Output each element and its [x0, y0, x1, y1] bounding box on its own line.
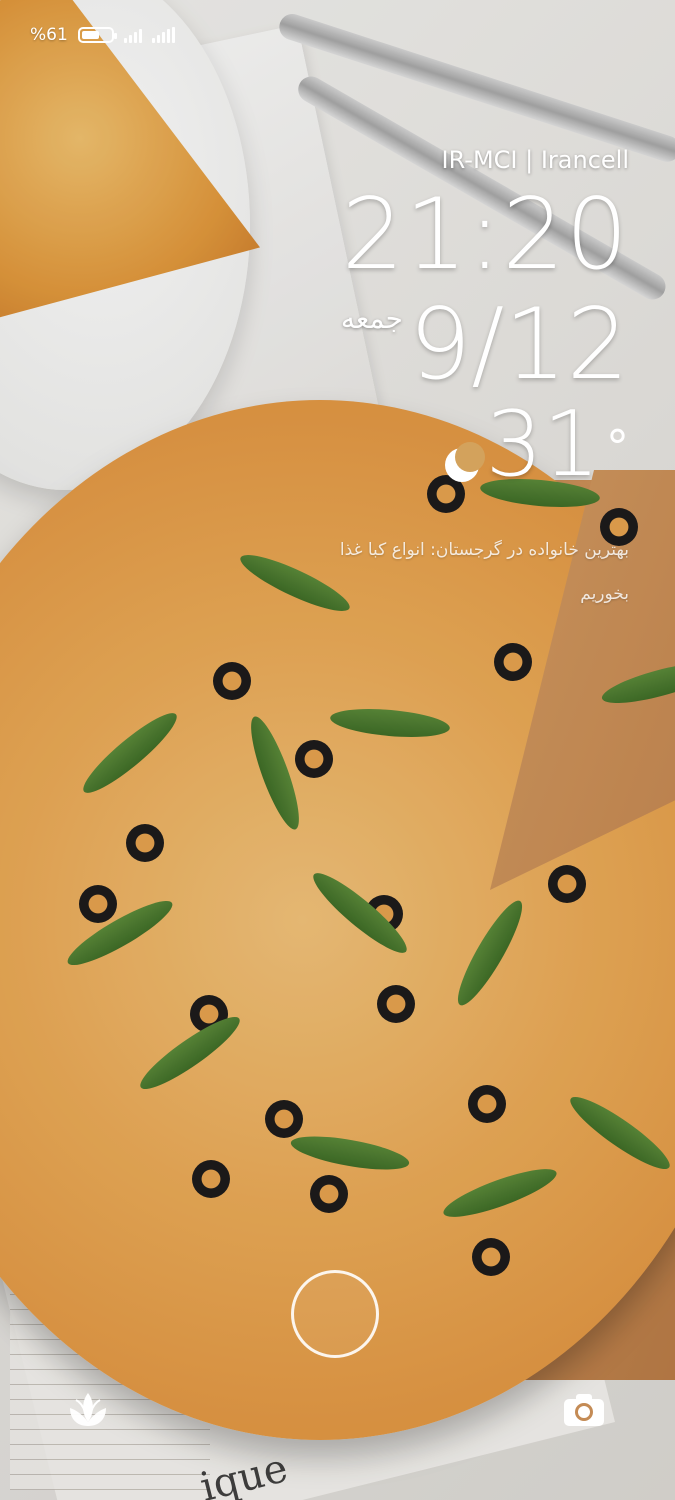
signal-bar [123, 38, 127, 43]
carrier-name: IR-MCI | Irancell [441, 146, 630, 174]
headline-line: بخوریم [580, 584, 629, 604]
signal-bar [161, 32, 165, 43]
magazine-headline[interactable]: بهترین خانواده در گرجستان: انواع کبا غذا… [179, 528, 629, 616]
signal-bar [138, 29, 142, 43]
weekday: جمعه [340, 302, 403, 335]
signal-bar [166, 29, 170, 43]
camera-icon[interactable] [562, 1392, 606, 1428]
gallery-icon[interactable] [66, 1388, 110, 1432]
signal-icon [123, 27, 142, 43]
signal-bar [133, 32, 137, 43]
moon-icon [445, 442, 486, 482]
headline-line: بهترین خانواده در گرجستان: انواع کبا غذا [339, 540, 629, 560]
date: 9/12 [408, 288, 629, 402]
battery-icon [77, 27, 117, 43]
status-bar: %61 [30, 22, 175, 48]
battery-level [81, 31, 99, 39]
fingerprint-ring[interactable] [291, 1270, 379, 1358]
battery-percent: %61 [30, 25, 68, 45]
temperature: 31 [485, 392, 600, 497]
signal-icon-sim2 [151, 27, 175, 43]
signal-bar [156, 35, 160, 43]
signal-bar [171, 27, 175, 43]
date-row: جمعه 9/12 [341, 296, 629, 394]
signal-bar [128, 35, 132, 43]
clock-time: 21:20 [341, 178, 629, 292]
degree-symbol: ° [606, 420, 629, 474]
signal-bar [151, 38, 155, 43]
weather-widget[interactable]: 31 ° [445, 400, 629, 490]
